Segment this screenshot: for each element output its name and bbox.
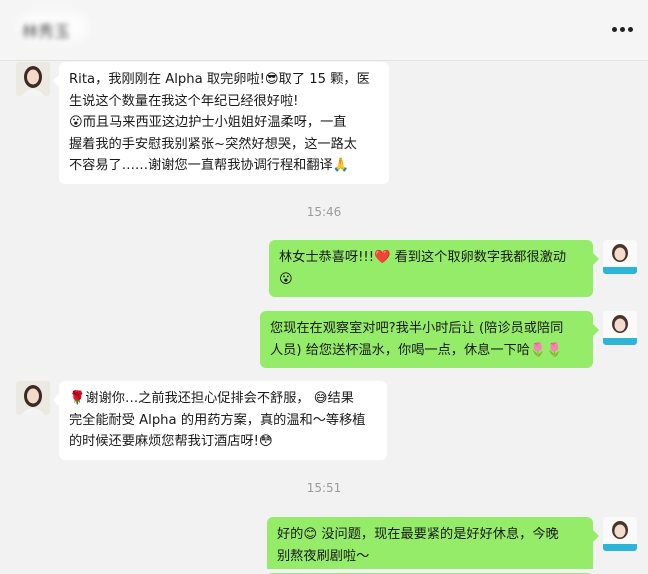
message-bubble[interactable]: 🌹谢谢你…之前我还担心促排会不舒服， 😅结果 完全能耐受 Alpha 的用药方案…	[53, 381, 387, 460]
message-line: 😮而且马来西亚这边护士小姐姐好温柔呀，一直	[69, 115, 347, 130]
message-line: 😮	[279, 271, 293, 287]
message-line: 您现在在观察室对吧?我半小时后让 (陪诊员或陪同	[270, 321, 564, 336]
more-dots-icon[interactable]	[612, 27, 634, 33]
timestamp: 15:46	[306, 205, 342, 219]
message-line: 好的😊 没问题，现在最要紧的是好好休息，今晚	[277, 527, 559, 542]
message-bubble[interactable]: 好的😊 没问题，现在最要紧的是好好休息，今晚 别熬夜刷剧啦～	[267, 517, 599, 574]
message-line: 生说这个数量在我这个年纪已经很好啦!	[69, 93, 299, 109]
contact-avatar[interactable]	[16, 62, 50, 96]
message-line: 🌹谢谢你…之前我还担心促排会不舒服， 😅结果	[69, 391, 354, 406]
own-avatar[interactable]	[603, 517, 637, 551]
message-line: 人员) 给您送杯温水，你喝一点，休息一下哈🌷🌷	[270, 342, 563, 358]
message-line: 的时候还要麻烦您帮我订酒店呀!😳	[69, 434, 273, 449]
chat-title[interactable]: 林秀玉	[22, 18, 70, 42]
message-bubble[interactable]: 您现在在观察室对吧?我半小时后让 (陪诊员或陪同 人员) 给您送杯温水，你喝一点…	[260, 311, 599, 368]
chat-header: 林秀玉	[0, 0, 648, 61]
own-avatar[interactable]	[603, 240, 637, 274]
message-bubble[interactable]: Rita，我刚刚在 Alpha 取完卵啦!😎取了 15 颗，医 生说这个数量在我…	[53, 62, 389, 184]
contact-avatar[interactable]	[16, 381, 50, 415]
bottom-edge	[0, 569, 648, 573]
message-line: Rita，我刚刚在 Alpha 取完卵啦!😎取了 15 颗，医	[69, 72, 370, 87]
message-bubble[interactable]: 林女士恭喜呀!!!❤️ 看到这个取卵数字我都很激动 😮	[269, 240, 599, 297]
own-avatar[interactable]	[603, 311, 637, 345]
message-line: 别熬夜刷剧啦～	[277, 548, 370, 564]
message-line: 完全能耐受 Alpha 的用药方案，真的温和～等移植	[69, 412, 366, 428]
message-line: 握着我的手安慰我别紧张~突然好想哭，这一路太	[69, 136, 357, 152]
message-line: 林女士恭喜呀!!!❤️ 看到这个取卵数字我都很激动	[279, 250, 567, 265]
timestamp: 15:51	[306, 481, 342, 495]
message-line: 不容易了……谢谢您一直帮我协调行程和翻译🙏	[69, 158, 350, 173]
